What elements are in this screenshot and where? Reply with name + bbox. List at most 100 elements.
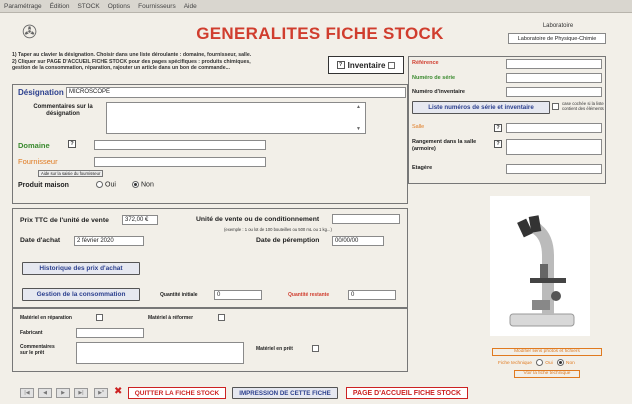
etagere-input[interactable] (506, 164, 602, 174)
produit-maison-label: Produit maison (18, 182, 69, 189)
page-title: GENERALITES FICHE STOCK (196, 24, 444, 43)
produit-maison-non[interactable]: Non (132, 181, 154, 188)
scroll-up-icon[interactable]: ▲ (356, 104, 361, 110)
historique-button[interactable]: Historique des prix d'achat (22, 262, 140, 275)
voir-fiche-button[interactable]: Voir la fiche technique (514, 370, 580, 378)
new-record-icon[interactable]: ▶* (94, 388, 108, 398)
reformer-checkbox[interactable] (218, 314, 225, 321)
impression-button[interactable]: IMPRESSION DE CETTE FICHE (232, 387, 338, 399)
radio-label: Oui (105, 181, 116, 189)
inventaire-checkbox[interactable] (388, 61, 396, 69)
delete-icon[interactable]: ✖ (114, 386, 122, 397)
date-achat-label: Date d'achat (20, 237, 61, 244)
peremption-label: Date de péremption (256, 237, 320, 244)
lab-label: Laboratoire (542, 23, 574, 29)
salle-select[interactable] (506, 123, 602, 133)
reformer-label: Matériel à réformer (148, 315, 194, 321)
qte-rest-label: Quantité restante (288, 292, 330, 298)
peremption-input[interactable]: 00/00/00 (332, 236, 384, 246)
unite-example: (exemple : 1 ou lot de 100 bouteilles ou… (224, 227, 332, 232)
comments-label: Commentaires sur la désignation (33, 104, 93, 117)
radio-icon[interactable] (132, 181, 139, 188)
liste-checkbox[interactable] (552, 103, 559, 110)
menu-parametrage[interactable]: Paramétrage (4, 3, 42, 10)
menu-aide[interactable]: Aide (184, 3, 197, 10)
menu-bar: Paramétrage Édition STOCK Options Fourni… (0, 0, 632, 13)
numero-inventaire-label: Numéro d'inventaire (412, 89, 465, 95)
inventaire-box: ? Inventaire (328, 56, 404, 74)
en-pret-label: Matériel en prêt (256, 346, 293, 352)
help-icon[interactable]: ? (494, 140, 502, 148)
radio-label: Non (141, 181, 154, 189)
rangement-help[interactable]: ? (494, 140, 502, 148)
menu-fournisseurs[interactable]: Fournisseurs (138, 3, 176, 10)
prix-input[interactable]: 372,00 € (122, 215, 158, 225)
scroll-down-icon[interactable]: ▼ (356, 126, 361, 132)
liste-numeros-button[interactable]: Liste numéros de série et inventaire (412, 101, 550, 114)
checkbox-icon[interactable] (312, 345, 319, 352)
app-logo-icon: ✇ (22, 22, 38, 42)
commentaires-pret-textarea[interactable] (76, 342, 244, 364)
commentaires-pret-label: Commentaires sur le prêt (20, 344, 55, 356)
etagere-label: Etagère (412, 165, 433, 171)
menu-stock[interactable]: STOCK (77, 3, 99, 10)
fournisseur-help-button[interactable]: Aide sur la saisie du fournisseur (38, 170, 104, 177)
radio-icon[interactable] (557, 359, 565, 366)
fabricant-input[interactable] (76, 328, 144, 338)
consommation-button[interactable]: Gestion de la consommation (22, 288, 140, 301)
prev-record-icon[interactable]: ◀ (38, 388, 52, 398)
instruction-line: 1) Taper au clavier la désignation. Choi… (12, 52, 252, 58)
date-achat-input[interactable]: 2 février 2020 (74, 236, 144, 246)
domaine-select[interactable] (94, 140, 266, 150)
accueil-button[interactable]: PAGE D'ACCUEIL FICHE STOCK (346, 387, 468, 399)
fiche-technique-label: Fiche technique (498, 360, 532, 366)
inventaire-label: Inventaire (347, 60, 386, 70)
unite-input[interactable] (332, 214, 400, 224)
modifier-liens-button[interactable]: Modifier liens photos et fichiers (492, 348, 602, 356)
designation-input[interactable]: MICROSCOPE (66, 87, 406, 98)
prix-label: Prix TTC de l'unité de vente (20, 217, 109, 224)
reference-input[interactable] (506, 59, 602, 69)
salle-help[interactable]: ? (494, 124, 502, 132)
en-pret-checkbox[interactable] (312, 345, 319, 352)
radio-icon[interactable] (96, 181, 103, 188)
fiche-technique-row: Fiche technique Oui Non (498, 359, 575, 366)
designation-label: Désignation (18, 88, 64, 97)
last-record-icon[interactable]: ▶| (74, 388, 88, 398)
next-record-icon[interactable]: ▶ (56, 388, 70, 398)
domaine-help[interactable]: ? (68, 140, 76, 148)
qte-rest-input[interactable]: 0 (348, 290, 396, 300)
reference-label: Référence (412, 60, 439, 66)
numero-serie-input[interactable] (506, 73, 602, 83)
checkbox-icon[interactable] (552, 103, 559, 110)
reparation-checkbox[interactable] (96, 314, 103, 321)
instruction-line: gestion de la consommation, réparation, … (12, 65, 230, 72)
quitter-button[interactable]: QUITTER LA FICHE STOCK (128, 387, 226, 399)
fabricant-label: Fabricant (20, 330, 43, 336)
product-photo (490, 196, 590, 336)
help-icon[interactable]: ? (68, 140, 76, 148)
first-record-icon[interactable]: |◀ (20, 388, 34, 398)
radio-label: Non (566, 360, 575, 366)
domaine-label: Domaine (18, 141, 50, 150)
numero-inventaire-input[interactable] (506, 87, 602, 97)
qte-init-label: Quantité initiale (160, 292, 198, 298)
liste-case-text: case cochée si la liste contient des élé… (562, 101, 604, 111)
salle-label: Salle (412, 124, 425, 130)
instruction-line: 2) Cliquer sur PAGE D'ACCUEIL FICHE STOC… (12, 58, 251, 65)
checkbox-icon[interactable] (218, 314, 225, 321)
produit-maison-oui[interactable]: Oui (96, 181, 116, 188)
help-icon[interactable]: ? (494, 124, 502, 132)
radio-icon[interactable] (536, 359, 544, 366)
menu-edition[interactable]: Édition (50, 3, 70, 10)
help-icon[interactable]: ? (336, 61, 345, 69)
reparation-label: Matériel en réparation (20, 315, 72, 321)
lab-field[interactable]: Laboratoire de Physique-Chimie (508, 33, 606, 44)
fournisseur-select[interactable] (94, 157, 266, 167)
radio-label: Oui (545, 360, 553, 366)
qte-init-input[interactable]: 0 (214, 290, 262, 300)
comments-textarea[interactable] (106, 102, 366, 134)
rangement-input[interactable] (506, 139, 602, 155)
menu-options[interactable]: Options (108, 3, 130, 10)
checkbox-icon[interactable] (96, 314, 103, 321)
